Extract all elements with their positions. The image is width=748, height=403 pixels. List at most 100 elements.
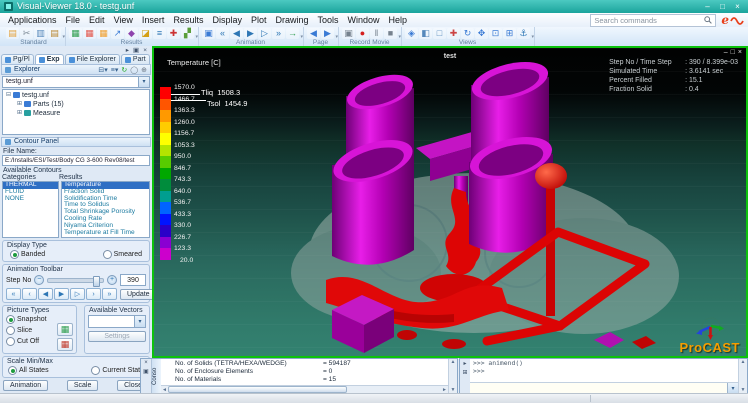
vertical-scrollbar[interactable]: ▲ ▼ (738, 359, 747, 393)
next-page-icon[interactable]: ▶ (321, 28, 334, 39)
anchor-icon[interactable]: ⚓ (517, 28, 530, 39)
vector-plot-icon[interactable]: ↗ (111, 28, 124, 39)
search-input[interactable]: Search commands (590, 14, 716, 27)
command-input[interactable]: ▾ (470, 382, 738, 393)
float-panel-icon[interactable]: ▣ (133, 46, 139, 54)
step-back-icon[interactable]: ◀ (230, 28, 243, 39)
viewport[interactable]: test – □ × Step No / Time Step: 390 / 8.… (152, 46, 748, 358)
viewport-close-icon[interactable]: × (738, 49, 742, 56)
section-cut-icon[interactable]: ◪ (139, 28, 152, 39)
scale-button[interactable]: Scale (67, 380, 99, 391)
scale-minmax-radio[interactable]: All States (8, 366, 49, 375)
menu-item[interactable]: Display (212, 15, 242, 25)
viewport-restore-icon[interactable]: □ (731, 49, 735, 56)
step-back-button[interactable]: ◀ (38, 288, 53, 300)
first-step-button[interactable]: « (6, 288, 21, 300)
camera-icon[interactable]: ▣ (342, 28, 355, 39)
pin-panel-icon[interactable]: ▸ (126, 46, 129, 54)
group-overflow-icon[interactable]: ▾ (398, 34, 401, 40)
record-icon[interactable]: ● (356, 28, 369, 39)
menu-item[interactable]: Window (348, 15, 380, 25)
viewport-minimize-icon[interactable]: – (724, 49, 728, 56)
tab-part[interactable]: Part (121, 54, 150, 64)
first-frame-icon[interactable]: « (216, 28, 229, 39)
xy-plot-icon[interactable]: ▞ (181, 28, 194, 39)
copy-icon[interactable]: ▥ (34, 28, 47, 39)
tree-node-parts[interactable]: ⊞Parts (15) (3, 100, 149, 109)
tree-node-measure[interactable]: ⊞Measure (3, 109, 149, 118)
rotate-view-icon[interactable]: ↻ (461, 28, 474, 39)
settings-button[interactable]: Settings (88, 331, 146, 342)
model-file-combobox[interactable]: testg.unf ▾ (2, 76, 150, 88)
step-value-field[interactable]: 390 (120, 274, 146, 286)
tree-expander-icon[interactable]: ⊟ (6, 91, 11, 100)
step-slider[interactable] (47, 278, 104, 283)
play-icon[interactable]: ▶ (244, 28, 257, 39)
axis-triad-icon[interactable]: ✚ (447, 28, 460, 39)
grid-icon[interactable]: ⊞ (462, 369, 467, 376)
probe-icon[interactable]: ✚ (167, 28, 180, 39)
tree-node-root[interactable]: ⊟testg.unf (3, 91, 149, 100)
console-tab[interactable]: Conso (151, 359, 161, 393)
jump-back-button[interactable]: ‹ (22, 288, 37, 300)
slice-tool-button[interactable]: ▦ (57, 323, 73, 336)
animation-button[interactable]: Animation (3, 380, 48, 391)
step-forward-button[interactable]: ▷ (70, 288, 85, 300)
last-frame-icon[interactable]: » (272, 28, 285, 39)
group-overflow-icon[interactable]: ▾ (300, 34, 303, 40)
vectors-combobox[interactable]: ▾ (88, 315, 146, 328)
tree-expander-icon[interactable]: ⊞ (17, 100, 22, 109)
chevron-down-icon[interactable]: ▾ (134, 316, 145, 327)
iso-surface-icon[interactable]: ◆ (125, 28, 138, 39)
scale-minmax-radio[interactable]: Current State (91, 366, 144, 375)
picture-type-radio[interactable]: Cut Off (6, 337, 47, 346)
refresh-icon[interactable]: ↻ (121, 66, 127, 74)
step-plus-button[interactable]: + (107, 275, 117, 285)
expand-all-icon[interactable]: ⊕ (141, 66, 147, 74)
picture-type-radio[interactable]: Slice (6, 326, 47, 335)
pause-icon[interactable]: ‖ (370, 28, 383, 39)
category-item[interactable]: NONE (3, 196, 58, 203)
display-type-radio[interactable]: Smeared (103, 250, 142, 259)
cutoff-tool-button[interactable]: ▦ (57, 338, 73, 351)
paste-icon[interactable]: ▤ (48, 28, 61, 39)
play-button[interactable]: ▶ (54, 288, 69, 300)
wireframe-view-icon[interactable]: □ (433, 28, 446, 39)
scroll-left-icon[interactable]: ◄ (162, 387, 167, 393)
update-button[interactable]: Update (120, 289, 153, 300)
smooth-contour-icon[interactable]: ▦ (97, 28, 110, 39)
group-overflow-icon[interactable]: ▾ (62, 34, 65, 40)
prompt-icon[interactable]: ▸ (463, 360, 466, 367)
float-console-icon[interactable]: ▣ (143, 368, 149, 375)
menu-item[interactable]: Results (173, 15, 203, 25)
scrollbar-thumb[interactable] (168, 386, 347, 393)
scroll-up-icon[interactable]: ▲ (741, 359, 746, 365)
group-overflow-icon[interactable]: ▾ (531, 34, 534, 40)
compare-icon[interactable]: ◯ (130, 66, 138, 74)
sort-columns-icon[interactable]: ≡▾ (111, 66, 119, 74)
result-item[interactable]: Temperature at Fill Time (62, 230, 149, 237)
chevron-down-icon[interactable]: ▾ (138, 77, 149, 87)
iso-view-icon[interactable]: ◈ (405, 28, 418, 39)
menu-item[interactable]: Insert (142, 15, 165, 25)
scroll-up-icon[interactable]: ▲ (451, 359, 456, 365)
picture-type-radio[interactable]: Snapshot (6, 315, 47, 324)
slider-thumb[interactable] (93, 276, 100, 287)
scroll-right-icon[interactable]: ► (442, 387, 447, 393)
cut-icon[interactable]: ✂ (20, 28, 33, 39)
pan-view-icon[interactable]: ✥ (475, 28, 488, 39)
menu-item[interactable]: Plot (251, 15, 267, 25)
step-forward-icon[interactable]: ▷ (258, 28, 271, 39)
menu-item[interactable]: Help (389, 15, 408, 25)
filter-tree-icon[interactable]: ⊟▾ (98, 66, 107, 74)
close-console-icon[interactable]: × (144, 360, 148, 366)
minimize-button[interactable]: – (701, 2, 714, 12)
last-step-button[interactable]: » (102, 288, 117, 300)
close-panel-icon[interactable]: × (143, 47, 147, 54)
banded-contour-icon[interactable]: ▦ (83, 28, 96, 39)
horizontal-scrollbar[interactable]: ◄ ► (161, 385, 448, 393)
maximize-button[interactable]: □ (716, 2, 729, 12)
chevron-down-icon[interactable]: ▾ (727, 383, 738, 393)
load-contour-icon[interactable]: ▦ (69, 28, 82, 39)
legend-icon[interactable]: ≡ (153, 28, 166, 39)
